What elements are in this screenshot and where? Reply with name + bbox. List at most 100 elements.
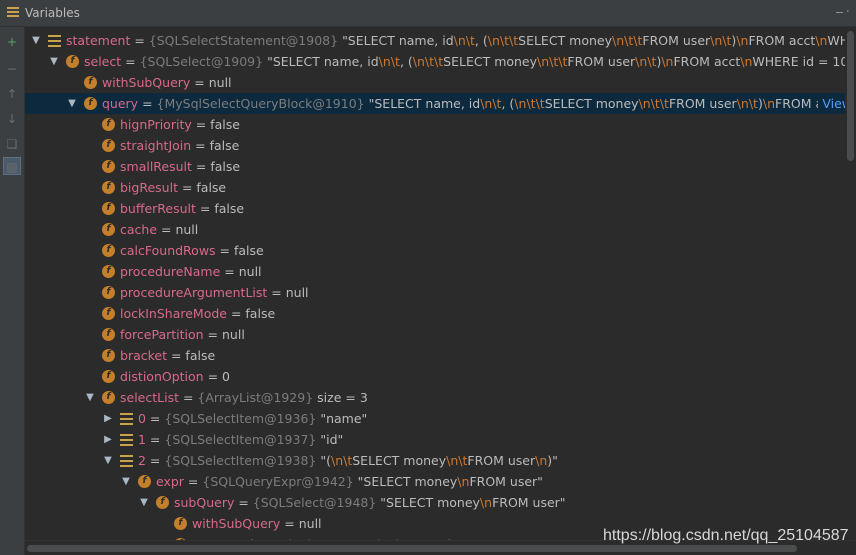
variable-value: 0 [222, 369, 230, 384]
field-icon: f [84, 76, 97, 89]
tree-row[interactable]: f lockInShareMode = false [25, 303, 845, 324]
show-values-button[interactable]: ▧ [3, 157, 21, 175]
move-down-button[interactable]: ↓ [3, 110, 21, 128]
variable-type: {MySqlSelectQueryBlock@1910} [156, 96, 365, 111]
move-up-button[interactable]: ↑ [3, 85, 21, 103]
variable-name: lockInShareMode [120, 306, 227, 321]
variable-text: forcePartition = null [120, 327, 245, 342]
tree-row[interactable]: ▼ 2 = {SQLSelectItem@1938} "(\n\tSELECT m… [25, 450, 845, 471]
variable-name: statement [66, 33, 131, 48]
view-link[interactable]: View [818, 93, 845, 114]
variable-name: withSubQuery [102, 75, 191, 90]
vertical-scrollbar[interactable] [845, 27, 856, 540]
variable-name: calcFoundRows [120, 243, 216, 258]
pin-icon[interactable]: − ˑ [835, 6, 850, 19]
tree-row[interactable]: ▼ f query = {MySqlSelectQueryBlock@1910} "… [25, 93, 845, 114]
field-icon: f [102, 223, 115, 236]
expand-arrow-icon[interactable]: ▶ [102, 429, 114, 450]
variable-value: size = 3 [317, 390, 368, 405]
variable-value: false [210, 159, 241, 174]
collapse-arrow-icon[interactable]: ▼ [66, 93, 78, 114]
tree-row[interactable]: f distionOption = 0 [25, 366, 845, 387]
watermark: https://blog.csdn.net/qq_25104587 [603, 527, 849, 544]
field-icon: f [102, 139, 115, 152]
variable-text: withSubQuery = null [192, 516, 322, 531]
object-icon [120, 455, 133, 467]
variable-value: "SELECT money\nFROM user" [380, 495, 566, 510]
tree-row[interactable]: f smallResult = false [25, 156, 845, 177]
variable-value: null [298, 516, 322, 531]
horizontal-scroll-thumb[interactable] [27, 545, 797, 552]
object-icon [120, 434, 133, 446]
tree-row[interactable]: f bracket = false [25, 345, 845, 366]
variable-type: {SQLSelect@1948} [252, 495, 377, 510]
variable-text: smallResult = false [120, 159, 241, 174]
tree-row[interactable]: ▶ 0 = {SQLSelectItem@1936} "name" [25, 408, 845, 429]
variable-text: hignPriority = false [120, 117, 240, 132]
field-icon: f [102, 202, 115, 215]
variable-name: procedureArgumentList [120, 285, 268, 300]
field-icon: f [102, 328, 115, 341]
collapse-arrow-icon[interactable]: ▼ [30, 30, 42, 51]
variable-name: bigResult [120, 180, 178, 195]
field-icon: f [102, 391, 115, 404]
variable-name: query [102, 96, 139, 111]
field-icon: f [84, 97, 97, 110]
copy-button[interactable]: ❑ [3, 135, 21, 153]
tree-row[interactable]: ▶ 1 = {SQLSelectItem@1937} "id" [25, 429, 845, 450]
variable-value: "SELECT name, id\n\t, (\n\t\tSELECT mone… [267, 54, 845, 69]
variable-text: statement = {SQLSelectStatement@1908} "S… [66, 30, 845, 51]
variables-tree[interactable]: ▼ statement = {SQLSelectStatement@1908} "… [25, 27, 845, 540]
collapse-arrow-icon[interactable]: ▼ [48, 51, 60, 72]
tree-row[interactable]: ▼ f select = {SQLSelect@1909} "SELECT name… [25, 51, 845, 72]
tree-row[interactable]: ▼ f subQuery = {SQLSelect@1948} "SELECT mo… [25, 492, 845, 513]
variable-text: 0 = {SQLSelectItem@1936} "name" [138, 411, 368, 426]
variable-name: smallResult [120, 159, 192, 174]
tree-row[interactable]: f straightJoin = false [25, 135, 845, 156]
tree-row[interactable]: f hignPriority = false [25, 114, 845, 135]
variable-type: {SQLSelectItem@1937} [164, 432, 317, 447]
variable-text: cache = null [120, 222, 199, 237]
tree-row[interactable]: ▼ statement = {SQLSelectStatement@1908} "… [25, 30, 845, 51]
variable-name: 1 [138, 432, 146, 447]
variable-text: lockInShareMode = false [120, 306, 276, 321]
variable-value: "SELECT money\nFROM user" [357, 474, 543, 489]
variable-name: selectList [120, 390, 179, 405]
variable-type: {SQLSelect@1909} [139, 54, 264, 69]
field-icon: f [174, 517, 187, 530]
variable-value: false [245, 306, 276, 321]
variable-name: subQuery [174, 495, 235, 510]
tree-row[interactable]: f bufferResult = false [25, 198, 845, 219]
field-icon: f [138, 475, 151, 488]
tree-row[interactable]: f procedureName = null [25, 261, 845, 282]
collapse-arrow-icon[interactable]: ▼ [120, 471, 132, 492]
variable-type: {SQLQueryExpr@1942} [202, 474, 354, 489]
vertical-scroll-thumb[interactable] [847, 31, 854, 161]
field-icon: f [156, 496, 169, 509]
collapse-arrow-icon[interactable]: ▼ [84, 387, 96, 408]
field-icon: f [102, 349, 115, 362]
variable-text: procedureArgumentList = null [120, 285, 309, 300]
new-watch-button[interactable]: + [3, 33, 21, 51]
expand-arrow-icon[interactable]: ▶ [102, 408, 114, 429]
tree-row[interactable]: f calcFoundRows = false [25, 240, 845, 261]
variable-type: {ArrayList@1929} [197, 390, 314, 405]
tree-row[interactable]: f procedureArgumentList = null [25, 282, 845, 303]
tree-row[interactable]: ▼ f selectList = {ArrayList@1929} size = 3 [25, 387, 845, 408]
variable-value: false [210, 117, 240, 132]
variable-text: distionOption = 0 [120, 369, 230, 384]
tree-row[interactable]: f forcePartition = null [25, 324, 845, 345]
variable-text: bigResult = false [120, 180, 227, 195]
variable-value: false [233, 243, 264, 258]
remove-watch-button[interactable]: − [3, 60, 21, 78]
collapse-arrow-icon[interactable]: ▼ [138, 492, 150, 513]
variable-text: calcFoundRows = false [120, 243, 264, 258]
collapse-arrow-icon[interactable]: ▼ [102, 450, 114, 471]
field-icon: f [102, 244, 115, 257]
tree-row[interactable]: f bigResult = false [25, 177, 845, 198]
variable-name: expr [156, 474, 184, 489]
tree-row[interactable]: f withSubQuery = null [25, 72, 845, 93]
tree-row[interactable]: ▼ f expr = {SQLQueryExpr@1942} "SELECT mon… [25, 471, 845, 492]
variable-value: "SELECT name, id\n\t, (\n\t\tSELECT mone… [342, 33, 845, 48]
tree-row[interactable]: f cache = null [25, 219, 845, 240]
